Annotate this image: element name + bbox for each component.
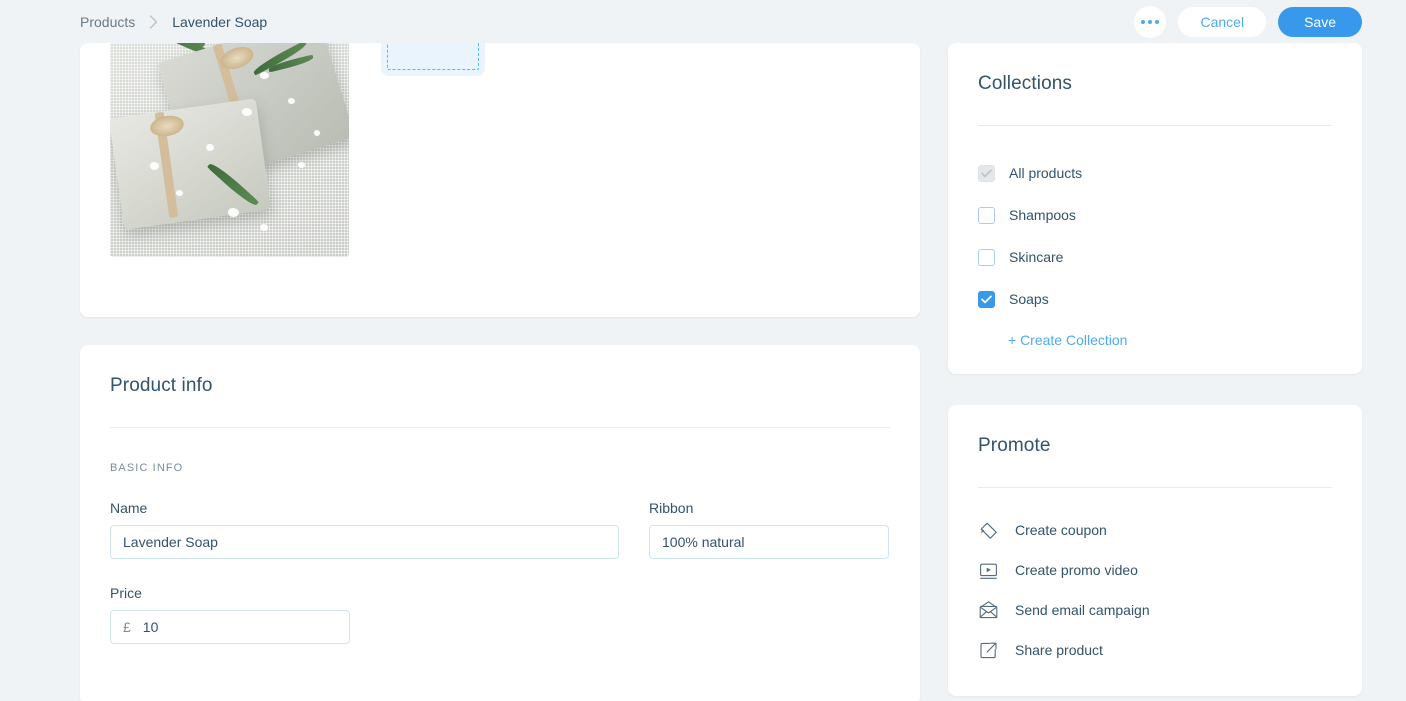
decor-salt — [242, 108, 252, 116]
collections-checkbox-list: All products Shampoos Skincare Soaps + C… — [948, 126, 1362, 374]
promote-label: Create promo video — [1015, 562, 1138, 578]
decor-salt — [260, 224, 268, 231]
name-input[interactable] — [110, 525, 619, 559]
collection-item-all-products[interactable]: All products — [978, 152, 1332, 194]
ribbon-input[interactable] — [649, 525, 889, 559]
product-info-card: Product info BASIC INFO Name Ribbon — [80, 345, 920, 701]
price-input-wrapper[interactable]: £ — [110, 610, 350, 644]
soap-bar-front — [110, 98, 272, 230]
collection-label: Skincare — [1009, 249, 1064, 265]
price-label: Price — [110, 585, 142, 601]
collections-title: Collections — [978, 73, 1073, 94]
promote-label: Create coupon — [1015, 522, 1107, 538]
ellipsis-icon — [1155, 19, 1160, 24]
decor-salt — [298, 162, 305, 168]
save-button[interactable]: Save — [1278, 6, 1362, 37]
ellipsis-icon — [1141, 19, 1146, 24]
coupon-tag-icon — [978, 520, 999, 541]
collection-label: Shampoos — [1009, 207, 1076, 223]
product-image-thumbnail[interactable] — [110, 12, 349, 257]
promote-action-list: Create coupon Create promo video Send em… — [948, 488, 1362, 696]
promote-item-share-product[interactable]: Share product — [978, 630, 1332, 670]
name-ribbon-row: Name Ribbon — [110, 500, 890, 559]
price-row: Price £ — [110, 585, 890, 644]
checkbox-unchecked-icon — [978, 248, 995, 266]
product-editor-page: Products Lavender Soap Cancel Save Produ… — [0, 0, 1406, 701]
name-label: Name — [110, 500, 148, 516]
promote-card: Promote Create coupon Create promo video… — [948, 405, 1362, 696]
collection-label: All products — [1009, 165, 1083, 181]
decor-salt — [288, 98, 295, 104]
decor-salt — [176, 190, 183, 196]
price-input[interactable] — [142, 619, 337, 635]
checkbox-checked-disabled-icon — [978, 164, 995, 182]
decor-salt — [206, 144, 214, 151]
breadcrumb-current-page: Lavender Soap — [172, 13, 268, 30]
collections-card: Collections All products Shampoos Skinca… — [948, 43, 1362, 374]
basic-info-fields: Name Ribbon Price £ — [80, 500, 920, 644]
collection-item-shampoos[interactable]: Shampoos — [978, 194, 1332, 236]
breadcrumb-products-link[interactable]: Products — [80, 14, 135, 30]
page-title: Product info — [110, 375, 213, 396]
decor-salt — [150, 162, 159, 170]
checkbox-checked-icon — [978, 290, 995, 308]
checkbox-unchecked-icon — [978, 206, 995, 224]
more-options-button[interactable] — [1134, 5, 1167, 38]
cancel-button[interactable]: Cancel — [1178, 6, 1267, 37]
currency-symbol: £ — [123, 619, 131, 635]
basic-info-section-label: BASIC INFO — [110, 462, 184, 474]
decor-salt — [228, 208, 239, 217]
promote-label: Send email campaign — [1015, 602, 1150, 618]
ribbon-label: Ribbon — [649, 500, 694, 516]
collection-item-skincare[interactable]: Skincare — [978, 236, 1332, 278]
side-column: Collections All products Shampoos Skinca… — [948, 43, 1362, 696]
promote-item-create-promo-video[interactable]: Create promo video — [978, 550, 1332, 590]
main-column: Product info BASIC INFO Name Ribbon — [80, 0, 920, 701]
name-field-group: Name — [110, 500, 619, 559]
top-bar: Products Lavender Soap Cancel Save — [0, 0, 1406, 43]
breadcrumb: Products Lavender Soap — [80, 0, 267, 43]
chevron-right-icon — [149, 14, 158, 29]
ellipsis-icon — [1148, 19, 1153, 24]
promote-item-create-coupon[interactable]: Create coupon — [978, 510, 1332, 550]
promote-title: Promote — [978, 435, 1051, 456]
promote-item-send-email-campaign[interactable]: Send email campaign — [978, 590, 1332, 630]
promote-header: Promote — [948, 405, 1362, 488]
decor-salt — [314, 130, 320, 136]
product-info-header: Product info — [80, 345, 920, 428]
collection-item-soaps[interactable]: Soaps — [978, 278, 1332, 320]
share-external-icon — [978, 640, 999, 661]
envelope-icon — [978, 600, 999, 621]
top-action-buttons: Cancel Save — [1134, 0, 1362, 43]
video-play-icon — [978, 560, 999, 581]
create-collection-link[interactable]: + Create Collection — [978, 320, 1157, 352]
collections-header: Collections — [948, 43, 1362, 126]
price-field-group: Price £ — [110, 585, 350, 644]
media-card — [80, 0, 920, 317]
promote-label: Share product — [1015, 642, 1103, 658]
ribbon-field-group: Ribbon — [649, 500, 889, 559]
collection-label: Soaps — [1009, 291, 1049, 307]
decor-salt — [260, 72, 269, 79]
media-thumbnail-row — [110, 0, 485, 257]
